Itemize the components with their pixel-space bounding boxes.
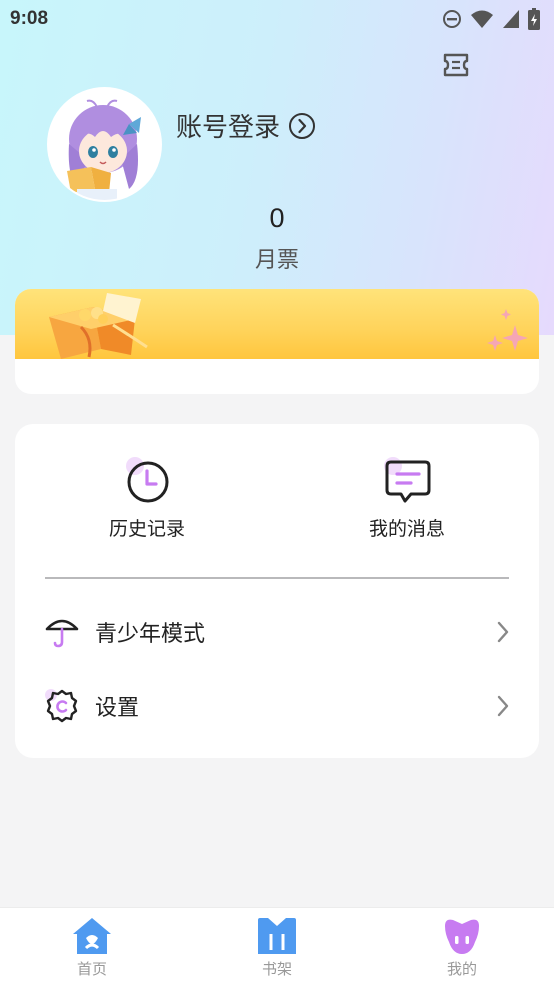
status-bar: 9:08 bbox=[0, 0, 554, 38]
signal-icon bbox=[503, 10, 519, 28]
ticket-icon[interactable] bbox=[441, 50, 471, 80]
chevron-right-icon bbox=[497, 695, 509, 717]
nav-bookshelf-label: 书架 bbox=[261, 960, 292, 978]
monthly-ticket-label: 月票 bbox=[254, 248, 299, 273]
bottom-nav: 首页 书架 我的 bbox=[0, 907, 554, 985]
bookshelf-icon bbox=[256, 916, 298, 956]
divider bbox=[45, 577, 509, 579]
menu-card: 历史记录 我的消息 青少年模式 设置 bbox=[15, 424, 539, 758]
status-icons bbox=[442, 8, 540, 30]
settings-row[interactable]: 设置 bbox=[15, 676, 539, 736]
promo-banner[interactable] bbox=[15, 289, 539, 394]
umbrella-icon bbox=[45, 615, 79, 649]
monthly-ticket-count: 0 bbox=[269, 203, 285, 233]
arrow-circle-right-icon[interactable] bbox=[288, 112, 316, 140]
battery-icon bbox=[528, 8, 540, 30]
login-row[interactable]: 账号登录 bbox=[176, 107, 316, 144]
nav-mine-label: 我的 bbox=[446, 960, 477, 978]
mine-icon bbox=[441, 916, 483, 956]
history-clock-icon bbox=[121, 454, 173, 506]
settings-gear-icon bbox=[45, 689, 79, 723]
messages-button[interactable]: 我的消息 bbox=[307, 454, 507, 541]
nav-home-label: 首页 bbox=[76, 960, 107, 978]
nav-mine[interactable]: 我的 bbox=[402, 916, 522, 979]
nav-home[interactable]: 首页 bbox=[32, 916, 152, 979]
chevron-right-icon bbox=[497, 621, 509, 643]
sparkle-icon bbox=[487, 309, 528, 351]
message-icon bbox=[381, 454, 433, 506]
nav-bookshelf[interactable]: 书架 bbox=[217, 916, 337, 979]
dnd-icon bbox=[443, 10, 461, 28]
login-label[interactable]: 账号登录 bbox=[176, 107, 280, 144]
messages-label: 我的消息 bbox=[368, 518, 445, 540]
gift-box-icon bbox=[49, 293, 148, 359]
wifi-icon bbox=[471, 10, 493, 28]
settings-label: 设置 bbox=[95, 696, 140, 721]
teen-mode-row[interactable]: 青少年模式 bbox=[15, 602, 539, 662]
teen-mode-label: 青少年模式 bbox=[95, 622, 206, 647]
avatar[interactable] bbox=[49, 89, 160, 200]
status-time: 9:08 bbox=[10, 8, 49, 29]
history-label: 历史记录 bbox=[108, 518, 185, 540]
home-icon bbox=[71, 916, 113, 956]
history-button[interactable]: 历史记录 bbox=[47, 454, 247, 541]
